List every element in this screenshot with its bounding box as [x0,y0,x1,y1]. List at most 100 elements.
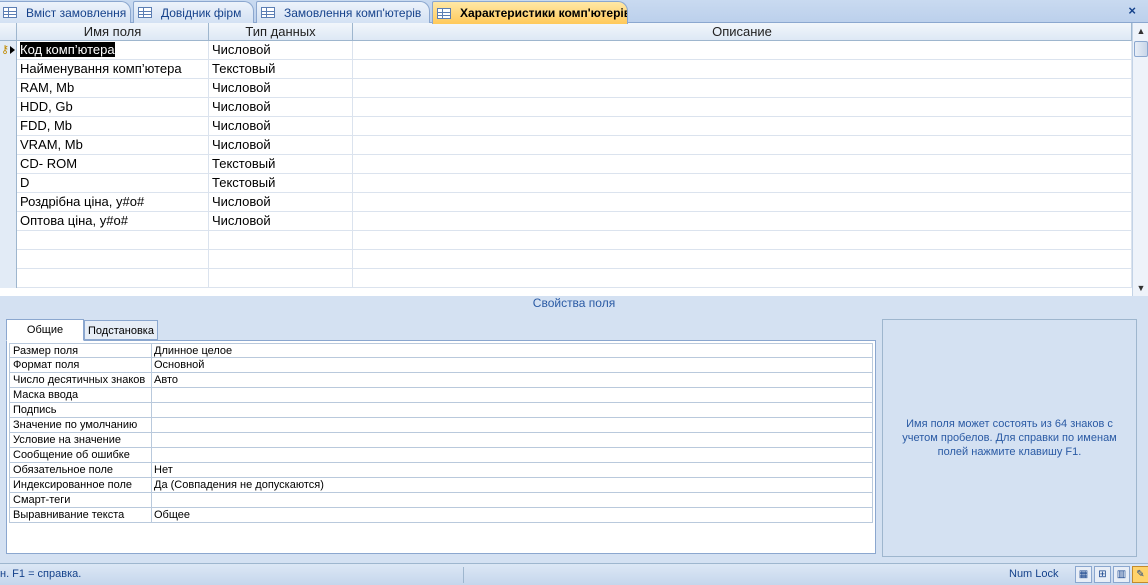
empty-row[interactable] [0,231,1132,250]
data-type-cell[interactable]: Числовой [209,98,353,117]
field-name-cell[interactable] [17,250,209,269]
description-cell[interactable] [353,98,1132,117]
tab-zamovlennia-kompiuteriv[interactable]: Замовлення комп'ютерів [256,1,430,23]
property-row[interactable]: Смарт-теги [9,493,873,508]
data-type-cell[interactable]: Числовой [209,212,353,231]
data-type-cell[interactable]: Числовой [209,136,353,155]
property-row[interactable]: Значение по умолчанию [9,418,873,433]
scrollbar-thumb[interactable] [1134,41,1148,57]
description-cell[interactable] [353,250,1132,269]
property-row[interactable]: Число десятичных знаков Авто [9,373,873,388]
field-name-cell[interactable]: D [17,174,209,193]
table-row[interactable]: FDD, Mb Числовой [0,117,1132,136]
data-type-cell[interactable]: Числовой [209,117,353,136]
description-cell[interactable] [353,193,1132,212]
property-row[interactable]: Подпись [9,403,873,418]
table-row[interactable]: Оптова ціна, у#о# Числовой [0,212,1132,231]
property-value[interactable] [152,448,873,462]
field-name-cell[interactable] [17,269,209,288]
property-value[interactable]: Авто [152,373,873,387]
data-type-cell[interactable]: Числовой [209,79,353,98]
row-selector[interactable] [0,174,17,193]
tab-dovidnyk-firm[interactable]: Довідник фірм [133,1,254,23]
data-type-cell[interactable] [209,231,353,250]
vertical-scrollbar[interactable]: ▲ ▼ [1132,23,1148,296]
row-selector[interactable] [0,136,17,155]
row-selector[interactable] [0,231,17,250]
field-name-cell[interactable]: Оптова ціна, у#о# [17,212,209,231]
close-icon[interactable]: × [1128,3,1136,19]
description-cell[interactable] [353,79,1132,98]
data-type-cell[interactable]: Текстовый [209,60,353,79]
property-value[interactable] [152,388,873,402]
property-row[interactable]: Маска ввода [9,388,873,403]
field-name-cell[interactable]: FDD, Mb [17,117,209,136]
field-name-text[interactable]: Код комп’ютера [20,42,115,57]
data-type-cell[interactable]: Текстовый [209,155,353,174]
data-type-cell[interactable]: Числовой [209,41,353,60]
property-row[interactable]: Выравнивание текста Общее [9,508,873,523]
description-cell[interactable] [353,174,1132,193]
property-value[interactable] [152,433,873,447]
property-row[interactable]: Условие на значение [9,433,873,448]
property-value[interactable]: Да (Совпадения не допускаются) [152,478,873,492]
row-selector[interactable] [0,98,17,117]
property-value[interactable] [152,418,873,432]
field-name-cell[interactable]: Найменування комп’ютера [17,60,209,79]
table-row[interactable]: ⚷ Код комп’ютера Числовой [0,41,1132,60]
datasheet-view-icon[interactable]: ▦ [1075,566,1092,583]
field-name-cell[interactable]: Код комп’ютера [17,41,209,60]
data-type-cell[interactable]: Текстовый [209,174,353,193]
property-value[interactable]: Основной [152,358,873,372]
property-row[interactable]: Размер поля Длинное целое [9,343,873,358]
pivotchart-view-icon[interactable]: ▥ [1113,566,1130,583]
tab-vmist-zamovlennia[interactable]: Вміст замовлення [0,1,131,23]
table-row[interactable]: HDD, Gb Числовой [0,98,1132,117]
table-row[interactable]: D Текстовый [0,174,1132,193]
table-row[interactable]: CD- ROM Текстовый [0,155,1132,174]
tab-lookup[interactable]: Подстановка [84,320,158,340]
row-selector[interactable] [0,79,17,98]
table-row[interactable]: Найменування комп’ютера Текстовый [0,60,1132,79]
scroll-down-icon[interactable]: ▼ [1134,280,1148,296]
description-cell[interactable] [353,231,1132,250]
tab-general[interactable]: Общие [6,319,84,341]
property-row[interactable]: Сообщение об ошибке [9,448,873,463]
empty-row[interactable] [0,269,1132,288]
field-name-cell[interactable] [17,231,209,250]
row-selector[interactable]: ⚷ [0,41,17,60]
scroll-up-icon[interactable]: ▲ [1134,23,1148,39]
table-row[interactable]: RAM, Mb Числовой [0,79,1132,98]
column-header-description[interactable]: Описание [353,23,1132,41]
property-value[interactable] [152,403,873,417]
empty-row[interactable] [0,250,1132,269]
property-value[interactable]: Нет [152,463,873,477]
field-name-cell[interactable]: CD- ROM [17,155,209,174]
description-cell[interactable] [353,136,1132,155]
description-cell[interactable] [353,41,1132,60]
property-row[interactable]: Обязательное поле Нет [9,463,873,478]
description-cell[interactable] [353,155,1132,174]
field-name-cell[interactable]: RAM, Mb [17,79,209,98]
property-value[interactable]: Длинное целое [152,344,873,357]
tab-kharakterystyky-kompiuteriv[interactable]: Характеристики комп'ютерів [432,1,628,24]
row-selector[interactable] [0,250,17,269]
field-name-cell[interactable]: Роздрібна ціна, у#о# [17,193,209,212]
description-cell[interactable] [353,269,1132,288]
property-row[interactable]: Индексированное поле Да (Совпадения не до… [9,478,873,493]
field-name-cell[interactable]: HDD, Gb [17,98,209,117]
data-type-cell[interactable] [209,269,353,288]
row-selector[interactable] [0,155,17,174]
row-selector[interactable] [0,269,17,288]
data-type-cell[interactable]: Числовой [209,193,353,212]
property-value[interactable]: Общее [152,508,873,522]
design-view-icon[interactable]: ✎ [1132,566,1148,583]
data-type-cell[interactable] [209,250,353,269]
row-selector[interactable] [0,60,17,79]
field-name-cell[interactable]: VRAM, Mb [17,136,209,155]
property-value[interactable] [152,493,873,507]
row-selector[interactable] [0,193,17,212]
table-row[interactable]: VRAM, Mb Числовой [0,136,1132,155]
column-header-data-type[interactable]: Тип данных [209,23,353,41]
property-row[interactable]: Формат поля Основной [9,358,873,373]
